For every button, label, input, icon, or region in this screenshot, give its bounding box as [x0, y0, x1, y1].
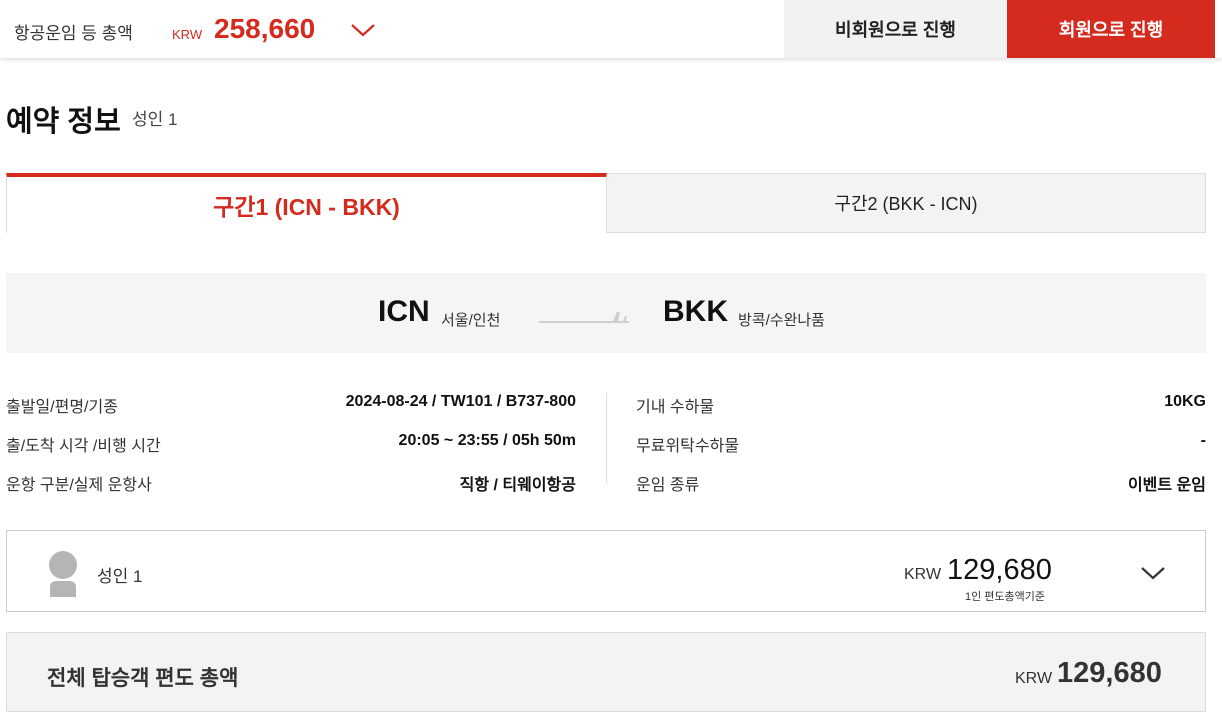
- passenger-fare-card[interactable]: 성인 1 KRW 129,680 1인 편도총액기준: [6, 530, 1206, 612]
- total-fare-amount: 258,660: [214, 13, 316, 44]
- member-checkout-button[interactable]: 회원으로 진행: [1007, 0, 1215, 58]
- detail-row-carry-on: 기내 수하물 10KG: [636, 393, 1206, 416]
- avatar-icon: [47, 551, 79, 597]
- total-fare-currency: KRW: [172, 27, 203, 42]
- detail-label: 출/도착 시각 /비행 시간: [6, 438, 161, 455]
- page-title: 예약 정보: [6, 106, 121, 138]
- detail-value: 직항 / 티웨이항공: [459, 477, 576, 494]
- detail-row-flight-time: 출/도착 시각 /비행 시간 20:05 ~ 23:55 / 05h 50m: [6, 432, 576, 455]
- detail-value: 2024-08-24 / TW101 / B737-800: [345, 393, 576, 410]
- grand-total-currency: KRW: [1015, 670, 1053, 687]
- detail-label: 운임 종류: [636, 477, 700, 494]
- passenger-count: 성인 1: [132, 110, 178, 129]
- total-fare-label: 항공운임 등 총액: [14, 24, 133, 43]
- detail-row-fare-type: 운임 종류 이벤트 운임: [636, 471, 1206, 494]
- chevron-down-icon[interactable]: [350, 20, 376, 40]
- guest-checkout-button[interactable]: 비회원으로 진행: [784, 0, 1007, 58]
- departure-city: 서울/인천: [441, 312, 501, 329]
- fare-summary-bar: 항공운임 등 총액 KRW 258,660 비회원으로 진행 회원으로 진행: [0, 0, 1222, 58]
- grand-total-label: 전체 탑승객 편도 총액: [47, 667, 239, 690]
- passenger-fare-amount: 129,680: [947, 554, 1052, 586]
- grand-total-amount: 129,680: [1057, 657, 1162, 689]
- grand-total-box: 전체 탑승객 편도 총액 KRW 129,680: [6, 632, 1206, 712]
- detail-value: -: [1200, 432, 1206, 449]
- detail-row-operator: 운항 구분/실제 운항사 직항 / 티웨이항공: [6, 471, 576, 494]
- airplane-icon: [603, 309, 631, 325]
- detail-value: 이벤트 운임: [1127, 477, 1206, 494]
- detail-value: 20:05 ~ 23:55 / 05h 50m: [398, 432, 576, 449]
- tab-segment-2[interactable]: 구간2 (BKK - ICN): [607, 173, 1206, 233]
- chevron-down-icon[interactable]: [1140, 563, 1166, 583]
- route-summary: ICN 서울/인천 BKK 방콕/수완나품: [6, 273, 1206, 353]
- detail-label: 기내 수하물: [636, 399, 715, 416]
- detail-label: 출발일/편명/기종: [6, 399, 118, 416]
- detail-divider: [606, 393, 607, 483]
- arrival-city: 방콕/수완나품: [738, 312, 825, 329]
- detail-row-checked-baggage: 무료위탁수하물 -: [636, 432, 1206, 455]
- departure-code: ICN: [378, 295, 430, 328]
- detail-row-flight-info: 출발일/편명/기종 2024-08-24 / TW101 / B737-800: [6, 393, 576, 416]
- detail-value: 10KG: [1164, 393, 1206, 410]
- arrival-code: BKK: [663, 295, 728, 328]
- tab-segment-1[interactable]: 구간1 (ICN - BKK): [6, 173, 607, 233]
- passenger-fare-note: 1인 편도총액기준: [965, 591, 1046, 603]
- detail-label: 운항 구분/실제 운항사: [6, 477, 152, 494]
- passenger-type-label: 성인 1: [97, 567, 143, 586]
- detail-label: 무료위탁수하물: [636, 438, 740, 455]
- passenger-fare-currency: KRW: [904, 566, 942, 583]
